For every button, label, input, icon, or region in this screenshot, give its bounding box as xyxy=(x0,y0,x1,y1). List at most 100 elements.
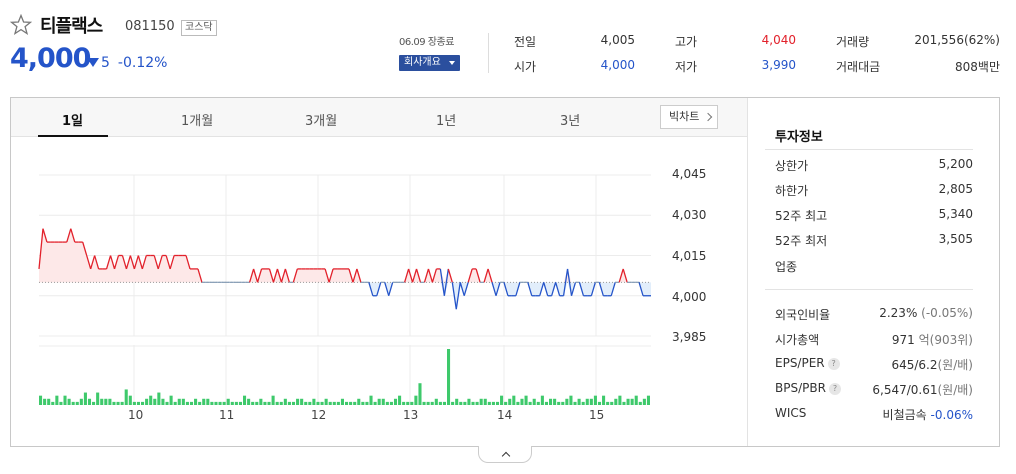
price-change: 5 -0.12% xyxy=(87,55,167,71)
info-value-52w-high: 5,340 xyxy=(938,207,973,221)
invest-info-title: 투자정보 xyxy=(775,130,823,145)
volume-bar xyxy=(373,401,377,405)
volume-bar xyxy=(597,401,602,405)
help-icon[interactable]: ? xyxy=(828,383,841,395)
volume-bar xyxy=(51,401,55,405)
company-overview-button[interactable]: 회사개요 xyxy=(399,55,460,71)
x-tick-label: 15 xyxy=(589,408,605,422)
price-chart xyxy=(38,174,651,337)
info-value-wics[interactable]: 비철금속 -0.06% xyxy=(883,406,973,423)
info-value-eps-per: 645/6.2(원/배) xyxy=(891,356,973,373)
bps-pbr-label: BPS/PBR xyxy=(775,381,826,395)
tab-1year[interactable]: 1년 xyxy=(436,110,456,129)
divider xyxy=(765,149,973,150)
volume-bar xyxy=(365,401,369,405)
down-triangle-icon xyxy=(87,58,99,67)
volume-bar xyxy=(194,398,198,405)
quote-value-open: 4,000 xyxy=(600,58,635,72)
volume-bar xyxy=(602,395,606,405)
volume-bar xyxy=(479,398,483,405)
market-cap-value: 971 xyxy=(891,333,915,347)
volume-bar xyxy=(585,398,589,405)
quote-label-high: 고가 xyxy=(675,35,698,49)
header-divider xyxy=(488,33,489,73)
x-tick-label: 14 xyxy=(497,408,513,422)
volume-bar xyxy=(459,401,463,405)
favorite-star-icon[interactable] xyxy=(10,14,32,36)
volume-bar xyxy=(43,398,47,405)
volume-bar xyxy=(361,401,365,405)
volume-bar xyxy=(544,401,548,405)
volume-bar xyxy=(553,398,557,405)
volume-bar xyxy=(626,398,630,405)
volume-bar xyxy=(79,398,83,405)
volume-bar xyxy=(296,398,300,405)
volume-bar xyxy=(357,398,361,405)
bps-pbr-value: 6,547/0.61 xyxy=(872,383,938,397)
volume-bar xyxy=(638,401,642,405)
volume-bar xyxy=(100,398,104,405)
tab-3year[interactable]: 3년 xyxy=(560,110,580,129)
volume-bar xyxy=(59,401,63,405)
y-tick-label: 4,015 xyxy=(672,249,707,263)
volume-bar xyxy=(39,395,43,405)
volume-bar xyxy=(642,398,646,405)
volume-bar xyxy=(430,401,434,405)
eps-per-unit: (원/배) xyxy=(937,358,974,372)
volume-bar xyxy=(259,398,263,405)
volume-bar xyxy=(340,398,344,405)
volume-bar xyxy=(434,398,438,405)
foreign-ratio-value: 2.23% xyxy=(879,306,918,320)
info-value-bps-pbr: 6,547/0.61(원/배) xyxy=(872,381,973,398)
info-label-foreign-ratio: 외국인비율 xyxy=(775,308,831,322)
volume-bar xyxy=(606,401,610,405)
tab-1month[interactable]: 1개월 xyxy=(181,110,213,129)
volume-bar xyxy=(426,401,430,405)
volume-bar xyxy=(491,401,495,405)
quote-label-low: 저가 xyxy=(675,60,698,74)
volume-bar xyxy=(267,401,271,405)
stock-code: 081150 xyxy=(125,19,175,34)
volume-bar xyxy=(406,401,410,405)
collapse-button[interactable] xyxy=(478,446,532,463)
active-tab-indicator xyxy=(38,135,108,137)
wics-sector[interactable]: 비철금속 xyxy=(883,408,927,422)
volume-bar xyxy=(630,398,634,405)
volume-bar xyxy=(467,398,471,405)
info-value-market-cap: 971 억(903위) xyxy=(892,331,973,348)
info-value-foreign-ratio: 2.23% (-0.05%) xyxy=(879,306,973,320)
volume-bar xyxy=(393,398,398,405)
quote-label-trade-value: 거래대금 xyxy=(836,60,881,74)
volume-bar xyxy=(173,401,177,405)
volume-bar xyxy=(512,395,516,405)
volume-bar xyxy=(328,401,332,405)
volume-bar xyxy=(67,398,71,405)
tab-3month[interactable]: 3개월 xyxy=(305,110,337,129)
tab-1day[interactable]: 1일 xyxy=(62,110,83,129)
quote-value-prev: 4,005 xyxy=(600,33,635,47)
volume-bar xyxy=(377,398,381,405)
volume-bar xyxy=(149,395,153,405)
volume-bar xyxy=(418,383,422,405)
big-chart-button[interactable]: 빅차트 xyxy=(660,105,718,129)
volume-bar xyxy=(516,401,520,405)
eps-per-value: 645/6.2 xyxy=(891,358,938,372)
volume-bar xyxy=(136,401,140,405)
y-tick-label: 4,030 xyxy=(672,208,707,222)
quote-label-prev: 전일 xyxy=(514,35,537,49)
volume-bar xyxy=(165,401,169,405)
volume-bar xyxy=(47,398,51,405)
volume-bar xyxy=(128,395,132,405)
market-badge: 코스닥 xyxy=(181,20,217,36)
info-value-52w-low: 3,505 xyxy=(938,232,973,246)
info-label-wics: WICS xyxy=(775,406,807,420)
help-icon[interactable]: ? xyxy=(827,358,840,370)
volume-bar xyxy=(589,398,593,405)
volume-bar xyxy=(124,389,128,405)
bps-pbr-unit: (원/배) xyxy=(937,383,974,397)
y-tick-label: 4,000 xyxy=(672,290,707,304)
info-label-bps-pbr: BPS/PBR? xyxy=(775,381,841,395)
caret-down-icon xyxy=(449,61,455,65)
x-tick-label: 12 xyxy=(311,408,327,422)
volume-bar xyxy=(646,395,650,405)
